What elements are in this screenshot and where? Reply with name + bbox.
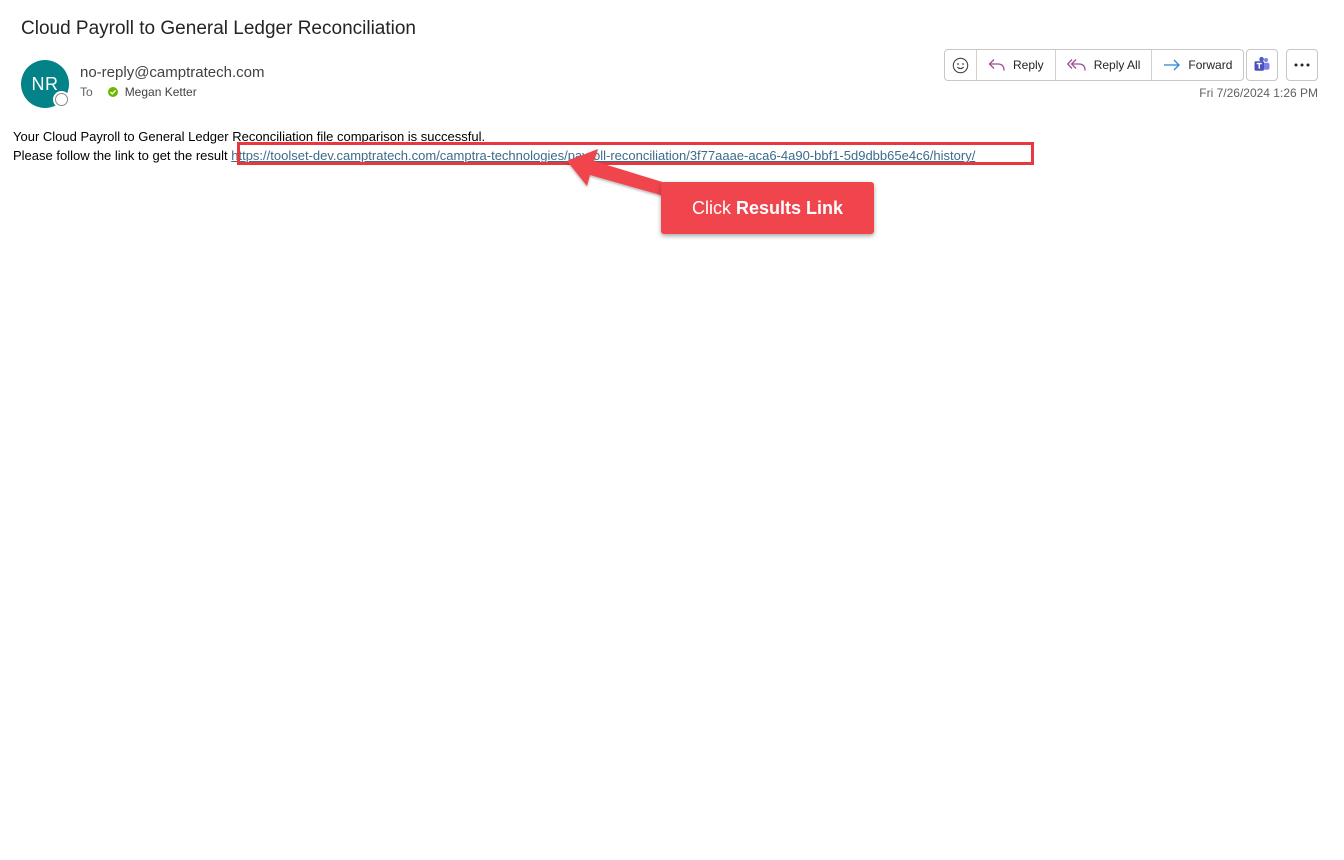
callout-prefix: Click [691,197,731,218]
to-label: To [80,85,93,99]
reply-all-button[interactable]: Reply All [1056,50,1153,80]
reply-button[interactable]: Reply [977,50,1056,80]
forward-arrow-icon [1164,59,1181,71]
forward-button[interactable]: Forward [1152,50,1243,80]
reply-label: Reply [1013,58,1044,72]
body-line-2: Please follow the link to get the result… [13,146,975,165]
email-subject: Cloud Payroll to General Ledger Reconcil… [21,18,417,39]
instruction-callout: Click Results Link [661,182,874,234]
email-body: Your Cloud Payroll to General Ledger Rec… [13,127,975,165]
body-line-2-text: Please follow the link to get the result [13,148,232,163]
more-options-button[interactable] [1286,49,1318,81]
teams-icon [1254,56,1270,71]
reply-all-icon [1066,59,1086,71]
reply-icon [988,59,1005,71]
reply-all-label: Reply All [1093,58,1141,72]
smiley-icon [952,57,969,73]
recipient-name[interactable]: Megan Ketter [125,85,197,99]
message-actions-toolbar: Reply Reply All Forward [944,49,1245,81]
avatar-initials: NR [31,73,59,94]
results-link[interactable]: https://toolset-dev.camptratech.com/camp… [231,148,975,163]
teams-chat-button[interactable] [1246,49,1278,81]
received-timestamp: Fri 7/26/2024 1:26 PM [1199,86,1318,100]
more-options-icon [1294,63,1310,67]
sender-address[interactable]: no-reply@camptratech.com [80,64,264,81]
email-reading-pane: Cloud Payroll to General Ledger Reconcil… [0,0,1344,860]
react-button[interactable] [945,50,977,80]
body-line-1: Your Cloud Payroll to General Ledger Rec… [13,129,486,144]
forward-label: Forward [1188,58,1233,72]
callout-emphasis: Results Link [735,197,844,218]
presence-status-icon [55,93,68,106]
recipients-row: To Megan Ketter [80,85,197,99]
available-status-icon [107,87,118,97]
